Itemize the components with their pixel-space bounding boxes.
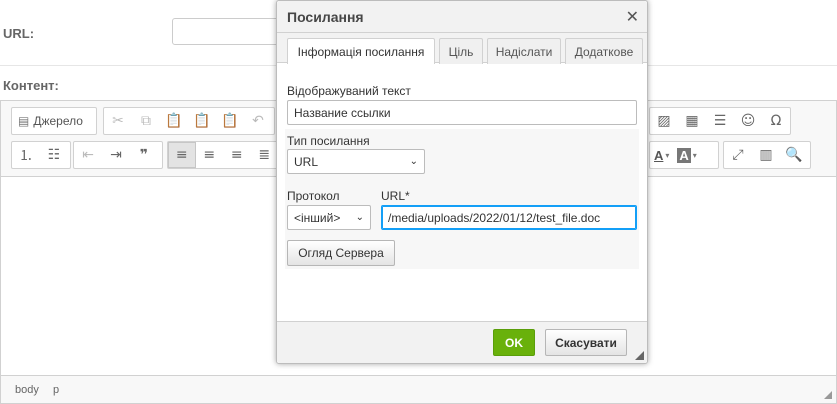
table-icon[interactable]: ▦ (678, 108, 706, 134)
tab-advanced[interactable]: Додаткове (565, 38, 643, 64)
cut-icon[interactable]: ✂ (104, 108, 132, 134)
display-text-label: Відображуваний текст (287, 84, 411, 98)
smiley-icon[interactable]: ☺ (734, 108, 762, 134)
horizontal-rule-icon[interactable]: ☰ (706, 108, 734, 134)
dialog-tabs: Інформація посилання Ціль Надіслати Дода… (277, 33, 647, 64)
ok-button[interactable]: OK (493, 329, 535, 356)
page: URL: Контент: ▤ Джерело ✂ ⧉ 📋 📋 📋 ↶ ▨ ▦ … (0, 0, 837, 404)
path-item-p[interactable]: p (53, 384, 59, 396)
paste-text-icon[interactable]: 📋 (188, 108, 216, 134)
insert-group: ▨ ▦ ☰ ☺ Ω (649, 107, 791, 135)
align-group: ≡ ≡ ≡ ≣ (167, 141, 279, 169)
bulleted-list-icon[interactable]: ☷ (40, 142, 68, 168)
url-label: URL: (3, 26, 35, 41)
display-text-field[interactable]: Название ссылки (287, 100, 637, 125)
preview-icon[interactable]: 🔍 (780, 142, 808, 168)
editor-status-bar: body p (1, 375, 836, 403)
dialog-resize-grip[interactable] (635, 351, 644, 360)
tools-group: ⤢ ▥ 🔍 (723, 141, 811, 169)
source-group: ▤ Джерело (11, 107, 97, 135)
paste-word-icon[interactable]: 📋 (216, 108, 244, 134)
path-item-body[interactable]: body (15, 384, 39, 396)
url-field-label: URL* (381, 189, 410, 203)
browse-server-button[interactable]: Огляд Сервера (287, 240, 395, 266)
chevron-down-icon: ⌄ (409, 156, 418, 167)
indent-group: ⇤ ⇥ ❞ (73, 141, 163, 169)
dialog-titlebar[interactable]: Посилання ✕ (277, 1, 647, 33)
align-right-icon[interactable]: ≡ (223, 142, 250, 168)
numbered-list-icon[interactable]: ⒈ (12, 142, 40, 168)
link-type-value: URL (294, 154, 319, 169)
color-group: A ▾ A ▾ (649, 141, 719, 169)
link-type-label: Тип посилання (287, 134, 370, 148)
copy-icon[interactable]: ⧉ (132, 108, 160, 134)
protocol-label: Протокол (287, 189, 340, 203)
blockquote-icon[interactable]: ❞ (130, 142, 158, 168)
url-input[interactable]: /media/uploads/2022/01/12/test_file.doc (381, 205, 637, 230)
background-color-icon[interactable]: A ▾ (673, 142, 700, 168)
link-type-select[interactable]: URL ⌄ (287, 149, 425, 174)
chevron-down-icon: ⌄ (355, 212, 364, 223)
maximize-icon[interactable]: ⤢ (724, 142, 752, 168)
link-dialog: Посилання ✕ Інформація посилання Ціль На… (276, 0, 648, 364)
justify-icon[interactable]: ≣ (251, 142, 278, 168)
show-blocks-icon[interactable]: ▥ (752, 142, 780, 168)
align-center-icon[interactable]: ≡ (196, 142, 223, 168)
content-label: Контент: (3, 78, 59, 93)
source-icon: ▤ (18, 114, 30, 128)
list-group: ⒈ ☷ (11, 141, 71, 169)
tab-upload[interactable]: Надіслати (487, 38, 561, 64)
protocol-value: <інший> (294, 210, 341, 225)
indent-icon[interactable]: ⇥ (102, 142, 130, 168)
clipboard-group: ✂ ⧉ 📋 📋 📋 ↶ (103, 107, 275, 135)
special-char-icon[interactable]: Ω (762, 108, 790, 134)
outdent-icon[interactable]: ⇤ (74, 142, 102, 168)
text-color-icon[interactable]: A ▾ (650, 142, 673, 168)
close-icon[interactable]: ✕ (626, 7, 639, 27)
source-button[interactable]: ▤ Джерело (12, 108, 91, 134)
dialog-footer: OK Скасувати (277, 321, 647, 363)
paste-icon[interactable]: 📋 (160, 108, 188, 134)
source-button-label: Джерело (33, 114, 83, 128)
cancel-button[interactable]: Скасувати (545, 329, 627, 356)
image-icon[interactable]: ▨ (650, 108, 678, 134)
align-left-icon[interactable]: ≡ (168, 142, 196, 168)
editor-resize-grip[interactable] (824, 391, 832, 399)
tab-target[interactable]: Ціль (439, 38, 483, 64)
dialog-title: Посилання (287, 9, 364, 25)
tab-link-info[interactable]: Інформація посилання (287, 38, 435, 64)
protocol-select[interactable]: <інший> ⌄ (287, 205, 371, 230)
undo-icon[interactable]: ↶ (244, 108, 272, 134)
